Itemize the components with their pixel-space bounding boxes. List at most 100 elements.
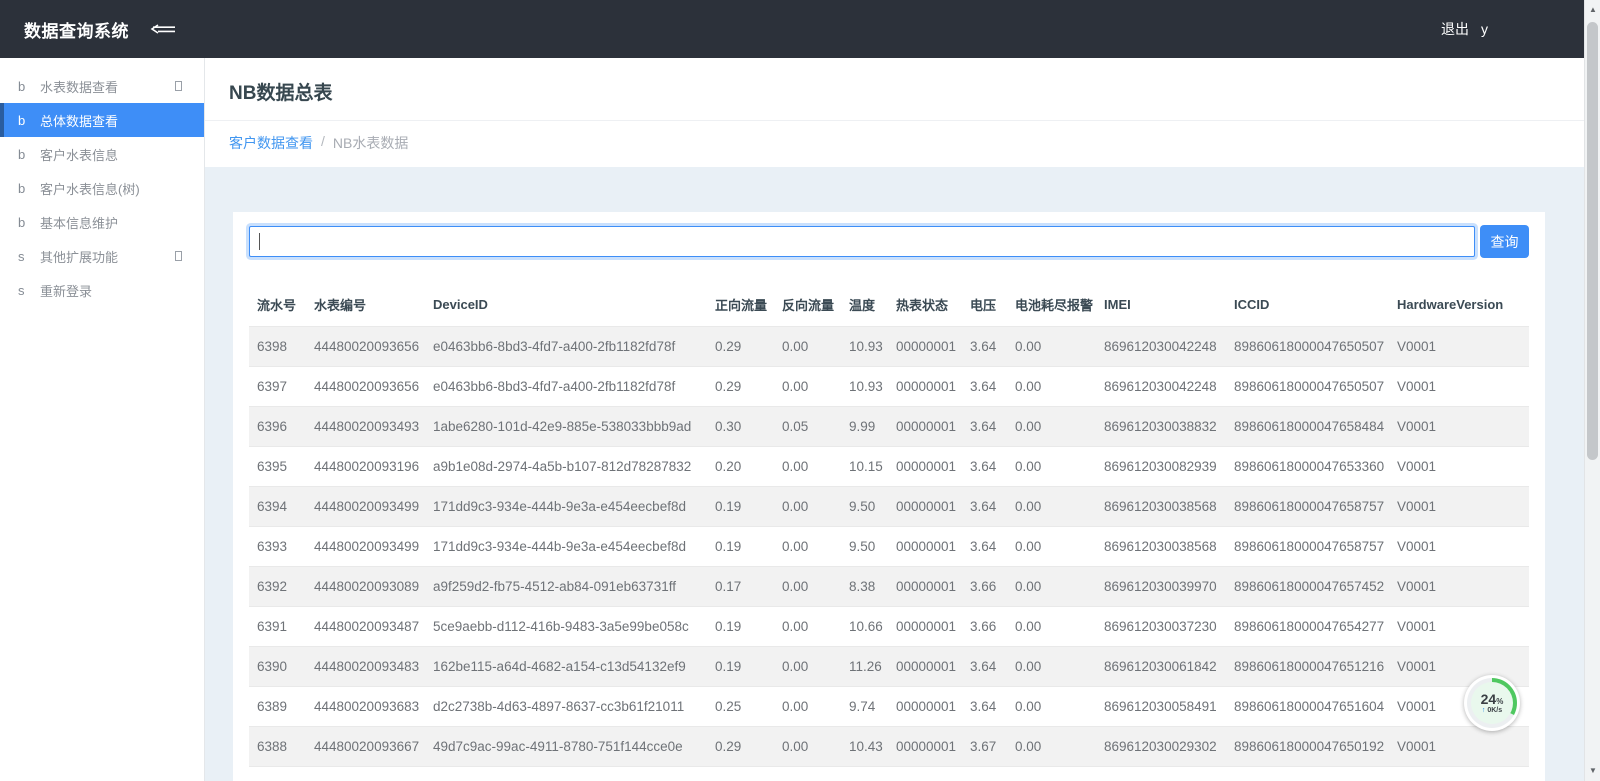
table-cell: 10.93 [841, 367, 888, 407]
table-cell: 00000001 [888, 447, 962, 487]
table-cell: 6388 [249, 727, 306, 767]
table-cell: 0.00 [774, 527, 841, 567]
table-cell: V0001 [1389, 727, 1529, 767]
table-cell: 6397 [249, 367, 306, 407]
search-input[interactable] [249, 226, 1475, 257]
sidebar-item-label: 基本信息维护 [40, 213, 204, 232]
table-cell: 8.38 [841, 567, 888, 607]
search-button[interactable]: 查询 [1480, 225, 1529, 258]
sidebar-item-3[interactable]: b客户水表信息(树) [0, 171, 204, 205]
column-header: 电压 [962, 283, 1007, 327]
table-cell: 0.19 [707, 487, 774, 527]
table-cell: 0.00 [1007, 447, 1096, 487]
table-cell: 171dd9c3-934e-444b-9e3a-e454eecbef8d [425, 527, 707, 567]
table-cell: 3.64 [962, 687, 1007, 727]
table-cell: 6387 [249, 767, 306, 781]
table-cell: 3.66 [962, 607, 1007, 647]
logout-link[interactable]: 退出 [1441, 19, 1469, 39]
percent-unit: % [1496, 697, 1503, 706]
table-cell: 6392 [249, 567, 306, 607]
table-cell: 3.66 [962, 567, 1007, 607]
table-cell: 0.00 [1007, 367, 1096, 407]
breadcrumb-parent-link[interactable]: 客户数据查看 [229, 133, 313, 153]
table-row: 63884448002009366749d7c9ac-99ac-4911-878… [249, 727, 1529, 767]
sidebar-item-4[interactable]: b基本信息维护 [0, 205, 204, 239]
table-cell: 6398 [249, 327, 306, 367]
table-row: 639444480020093499171dd9c3-934e-444b-9e3… [249, 487, 1529, 527]
table-cell: 6395 [249, 447, 306, 487]
table-cell: d2c2738b-4d63-4897-8637-cc3b61f21011 [425, 687, 707, 727]
table-cell: 869612030082939 [1096, 447, 1226, 487]
sidebar-item-icon: b [18, 113, 40, 128]
table-cell: 0.00 [1007, 647, 1096, 687]
app-title: 数据查询系统 [24, 17, 129, 42]
column-header: 水表编号 [306, 283, 425, 327]
breadcrumb-separator: / [321, 133, 325, 153]
table-row: 639344480020093499171dd9c3-934e-444b-9e3… [249, 527, 1529, 567]
table-cell: 869612030058491 [1096, 687, 1226, 727]
table-cell: 89860618000047651216 [1226, 647, 1389, 687]
data-table: 流水号水表编号DeviceID正向流量反向流量温度热表状态电压电池耗尽报警IME… [249, 283, 1529, 781]
column-header: 温度 [841, 283, 888, 327]
table-cell: 00000001 [888, 767, 962, 781]
table-cell: 10.93 [841, 327, 888, 367]
table-row: 639544480020093196a9b1e08d-2974-4a5b-b10… [249, 447, 1529, 487]
scrollbar-thumb[interactable] [1587, 22, 1598, 460]
sidebar-item-2[interactable]: b客户水表信息 [0, 137, 204, 171]
sidebar-item-icon: b [18, 147, 40, 162]
sidebar-item-1[interactable]: b总体数据查看 [0, 103, 204, 137]
breadcrumb: 客户数据查看 / NB水表数据 [205, 121, 1600, 167]
column-header: 正向流量 [707, 283, 774, 327]
sidebar-item-label: 水表数据查看 [40, 77, 175, 96]
table-cell: 0.19 [707, 527, 774, 567]
table-cell: a9b1e08d-2974-4a5b-b107-812d78287832 [425, 447, 707, 487]
table-cell: 89860618000047654277 [1226, 607, 1389, 647]
table-cell: 11.26 [841, 647, 888, 687]
table-cell: 0.30 [707, 407, 774, 447]
table-cell: e0463bb6-8bd3-4fd7-a400-2fb1182fd78f [425, 327, 707, 367]
table-cell: 89860618000047650192 [1226, 727, 1389, 767]
column-header: ICCID [1226, 283, 1389, 327]
table-cell: 44480020093667 [306, 727, 425, 767]
table-cell: 89860618000047658757 [1226, 487, 1389, 527]
table-cell: 171dd9c3-934e-444b-9e3a-e454eecbef8d [425, 487, 707, 527]
table-cell: 869612030042248 [1096, 367, 1226, 407]
upload-rate: ↑ 0K/s [1482, 707, 1502, 714]
scrollbar-down-icon[interactable]: ▼ [1585, 763, 1600, 779]
scrollbar-up-icon[interactable]: ▲ [1585, 2, 1600, 18]
page-title: NB数据总表 [229, 78, 1576, 105]
table-header-row: 流水号水表编号DeviceID正向流量反向流量温度热表状态电压电池耗尽报警IME… [249, 283, 1529, 327]
sidebar-item-icon: b [18, 79, 40, 94]
net-speed-badge[interactable]: 24% ↑ 0K/s [1464, 675, 1520, 731]
table-cell: 44480020093499 [306, 527, 425, 567]
table-cell: 3.64 [962, 487, 1007, 527]
sidebar-item-0[interactable]: b水表数据查看 [0, 69, 204, 103]
sidebar-collapse-icon[interactable] [149, 21, 177, 37]
sidebar-item-5[interactable]: s其他扩展功能 [0, 239, 204, 273]
table-row: 6396444800200934931abe6280-101d-42e9-885… [249, 407, 1529, 447]
table-cell: 44480020093656 [306, 327, 425, 367]
vertical-scrollbar[interactable]: ▲ ▼ [1584, 0, 1600, 781]
username[interactable]: y [1481, 21, 1488, 37]
table-cell: 3.64 [962, 407, 1007, 447]
sidebar-item-6[interactable]: s重新登录 [0, 273, 204, 307]
table-cell: 44480020093483 [306, 647, 425, 687]
sidebar-item-label: 客户水表信息 [40, 145, 204, 164]
table-cell: 6391 [249, 607, 306, 647]
table-cell: V0001 [1389, 607, 1529, 647]
table-cell: 89860618000047650507 [1226, 367, 1389, 407]
sidebar-item-label: 其他扩展功能 [40, 247, 175, 266]
sidebar-item-label: 重新登录 [40, 281, 204, 300]
sidebar-item-icon: b [18, 181, 40, 196]
table-cell: 44480020093089 [306, 567, 425, 607]
table-cell: 10.66 [841, 607, 888, 647]
table-cell: 89860618000047650507 [1226, 327, 1389, 367]
table-cell: 0.00 [774, 327, 841, 367]
content-area: 查询 流水号水表编号DeviceID正向流量反向流量温度热表状态电压电池耗尽报警… [205, 167, 1600, 781]
table-cell: 0.00 [1007, 527, 1096, 567]
expand-indicator-icon [175, 81, 182, 91]
table-row: 638944480020093683d2c2738b-4d63-4897-863… [249, 687, 1529, 727]
table-cell: 0.05 [774, 407, 841, 447]
table-cell: 0.00 [774, 487, 841, 527]
table-cell: 0.00 [1007, 327, 1096, 367]
